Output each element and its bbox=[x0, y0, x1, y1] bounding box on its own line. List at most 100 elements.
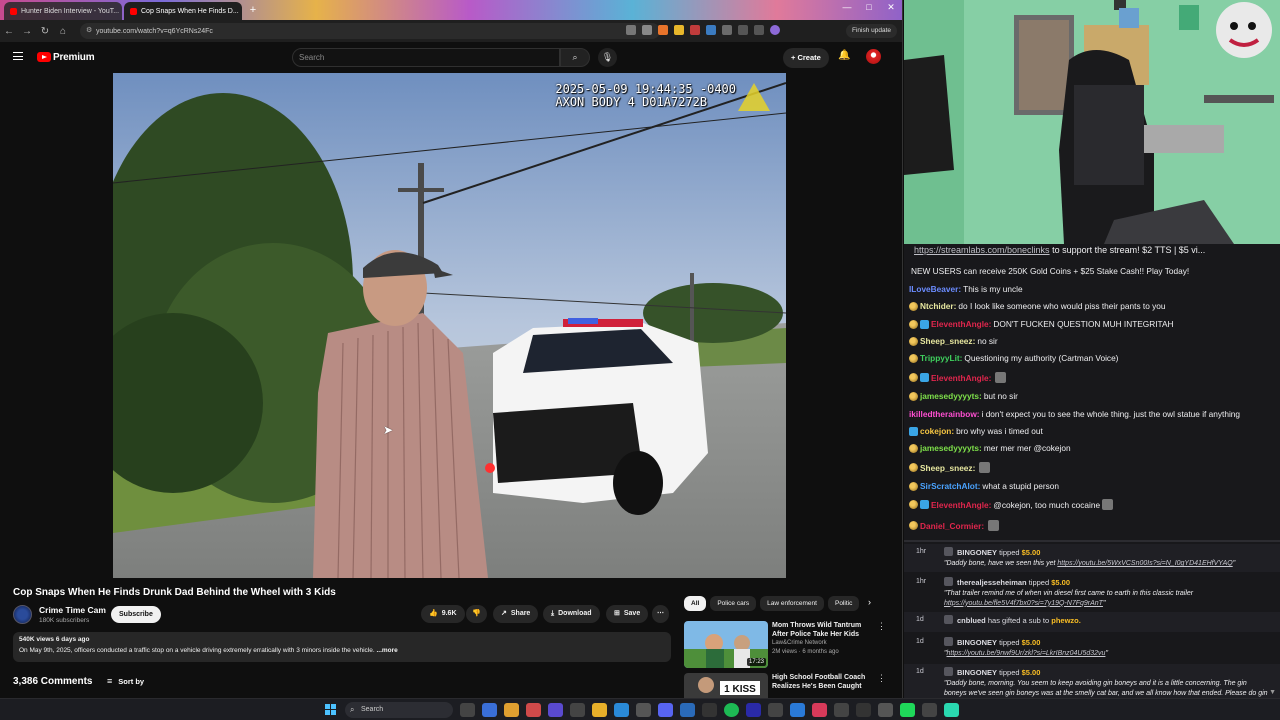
recommendation-title[interactable]: Mom Throws Wild Tantrum After Police Tak… bbox=[772, 621, 876, 639]
chat-username[interactable]: Sheep_sneez: bbox=[920, 336, 975, 346]
recommendation-channel[interactable]: Law&Crime Network bbox=[772, 640, 827, 646]
search-input[interactable]: Search bbox=[292, 48, 560, 67]
windows-start-icon[interactable] bbox=[325, 704, 337, 716]
chat-username[interactable]: cokejon: bbox=[920, 426, 954, 436]
sort-by-button[interactable]: ≡ Sort by bbox=[107, 676, 144, 686]
video-player[interactable]: 2025-05-09 19:44:35 -0400 AXON BODY 4 D0… bbox=[113, 73, 786, 578]
app-icon[interactable] bbox=[702, 703, 717, 717]
address-bar[interactable]: ⚙ youtube.com/watch?v=q6YcRNs24Fc bbox=[80, 23, 660, 39]
notifications-bell-icon[interactable]: 🔔 bbox=[838, 50, 850, 61]
chat-username[interactable]: EleventhAngle: bbox=[931, 500, 991, 510]
chip-law-enforcement[interactable]: Law enforcement bbox=[760, 596, 824, 611]
app-icon[interactable] bbox=[812, 703, 827, 717]
microphone-icon[interactable]: 🎙 bbox=[598, 48, 617, 67]
more-vert-icon[interactable]: ⋮ bbox=[877, 621, 886, 632]
chip-all[interactable]: All bbox=[684, 596, 707, 611]
chat-username[interactable]: EleventhAngle: bbox=[931, 373, 991, 383]
new-tab-button[interactable]: + bbox=[246, 3, 260, 17]
app-icon[interactable] bbox=[922, 703, 937, 717]
chat-username[interactable]: Sheep_sneez: bbox=[920, 463, 975, 473]
copilot-icon[interactable] bbox=[482, 703, 497, 717]
channel-avatar[interactable] bbox=[13, 605, 32, 624]
tipper-name[interactable]: cnblued bbox=[957, 616, 986, 625]
back-icon[interactable]: ← bbox=[0, 26, 18, 37]
obs-icon[interactable] bbox=[548, 703, 563, 717]
chat-username[interactable]: Daniel_Cormier: bbox=[920, 521, 984, 531]
description-box[interactable]: 540K views 6 days ago On May 9th, 2025, … bbox=[13, 632, 671, 662]
more-link[interactable]: ...more bbox=[376, 647, 397, 654]
menu-icon[interactable] bbox=[13, 52, 23, 60]
file-explorer-icon[interactable] bbox=[592, 703, 607, 717]
dislike-button[interactable]: 👎 bbox=[466, 605, 487, 623]
app-icon[interactable] bbox=[944, 703, 959, 717]
download-button[interactable]: ⤓ Download bbox=[543, 605, 600, 623]
tip-link[interactable]: https://youtu.be/5WxVCSn00Is?si=N_I0gYD4… bbox=[1057, 560, 1232, 567]
scroll-down-icon[interactable]: ▼ bbox=[1269, 689, 1276, 696]
reload-icon[interactable]: ↻ bbox=[36, 26, 54, 37]
finish-update-button[interactable]: Finish update bbox=[846, 24, 898, 38]
tab-hunter-biden[interactable]: Hunter Biden Interview - YouT... ✕ bbox=[4, 2, 122, 20]
tipper-name[interactable]: BINGONEY bbox=[957, 668, 997, 677]
app-icon[interactable] bbox=[878, 703, 893, 717]
extension-icon[interactable] bbox=[690, 25, 700, 35]
chevron-right-icon[interactable]: › bbox=[868, 597, 871, 607]
app-icon[interactable] bbox=[570, 703, 585, 717]
extension-icon[interactable] bbox=[706, 25, 716, 35]
edge-icon[interactable] bbox=[680, 703, 695, 717]
like-button[interactable]: 👍 9.6K bbox=[421, 605, 465, 623]
chat-username[interactable]: jamesedyyyyts: bbox=[920, 443, 982, 453]
tab-cop-snaps[interactable]: Cop Snaps When He Finds D... ✕ bbox=[124, 2, 242, 20]
video-thumbnail[interactable]: 1 KISS bbox=[684, 673, 768, 698]
task-view-icon[interactable] bbox=[460, 703, 475, 717]
chat-username[interactable]: EleventhAngle: bbox=[931, 319, 991, 329]
youtube-brand[interactable]: Premium bbox=[53, 52, 95, 63]
app-icon[interactable] bbox=[834, 703, 849, 717]
download-icon[interactable] bbox=[754, 25, 764, 35]
video-thumbnail[interactable]: 17:23 bbox=[684, 621, 768, 668]
chat-username[interactable]: ikilledtherainbow: bbox=[909, 409, 980, 419]
star-icon[interactable] bbox=[642, 25, 652, 35]
subscribe-button[interactable]: Subscribe bbox=[111, 606, 161, 623]
chat-username[interactable]: jamesedyyyyts: bbox=[920, 391, 982, 401]
home-icon[interactable]: ⌂ bbox=[54, 26, 72, 37]
search-icon[interactable]: ⌕ bbox=[560, 48, 590, 67]
more-vert-icon[interactable]: ⋮ bbox=[877, 673, 886, 684]
save-button[interactable]: ⊞ Save bbox=[606, 605, 649, 623]
extension-icon[interactable] bbox=[674, 25, 684, 35]
site-info-icon[interactable]: ⚙ bbox=[86, 26, 92, 34]
streamlabs-link[interactable]: https://streamlabs.com/boneclinks bbox=[914, 245, 1050, 255]
recommendation-item[interactable]: 17:23 Mom Throws Wild Tantrum After Poli… bbox=[684, 621, 886, 669]
forward-icon[interactable]: → bbox=[18, 26, 36, 37]
spotify-icon[interactable] bbox=[724, 703, 739, 717]
sidebar-icon[interactable] bbox=[738, 25, 748, 35]
extension-icon[interactable] bbox=[658, 25, 668, 35]
app-icon[interactable] bbox=[746, 703, 761, 717]
settings-icon[interactable] bbox=[636, 703, 651, 717]
chip-politics[interactable]: Politic bbox=[827, 596, 860, 611]
account-avatar[interactable] bbox=[866, 49, 881, 64]
recommendation-item[interactable]: 1 KISS High School Football Coach Realiz… bbox=[684, 673, 886, 698]
tipper-name[interactable]: therealjesseheiman bbox=[957, 578, 1027, 587]
chat-username[interactable]: ILoveBeaver: bbox=[909, 284, 961, 294]
youtube-logo-icon[interactable] bbox=[37, 52, 51, 62]
more-actions-button[interactable]: ⋯ bbox=[652, 605, 669, 623]
create-button[interactable]: + Create bbox=[783, 48, 829, 68]
cast-icon[interactable] bbox=[626, 25, 636, 35]
channel-name[interactable]: Crime Time Cam bbox=[39, 605, 106, 615]
chat-username[interactable]: TrippyyLit: bbox=[920, 353, 962, 363]
chat-username[interactable]: SirScratchAlot: bbox=[920, 481, 980, 491]
tipper-name[interactable]: BINGONEY bbox=[957, 638, 997, 647]
chrome-icon[interactable] bbox=[504, 703, 519, 717]
puzzle-icon[interactable] bbox=[722, 25, 732, 35]
steam-icon[interactable] bbox=[614, 703, 629, 717]
chat-username[interactable]: Ntchider: bbox=[920, 301, 956, 311]
app-icon[interactable] bbox=[856, 703, 871, 717]
recommendation-title[interactable]: High School Football Coach Realizes He's… bbox=[772, 673, 876, 691]
tipper-name[interactable]: BINGONEY bbox=[957, 548, 997, 557]
chrome-profile-icon[interactable] bbox=[526, 703, 541, 717]
tip-link[interactable]: https://youtu.be/9nwf9Ur/zkl?si=LkrIBnz0… bbox=[947, 650, 1106, 657]
maximize-icon[interactable]: □ bbox=[858, 2, 880, 12]
taskbar-search[interactable]: ⌕ Search bbox=[345, 702, 453, 718]
close-window-icon[interactable]: ✕ bbox=[880, 2, 902, 13]
chip-police-cars[interactable]: Police cars bbox=[710, 596, 757, 611]
